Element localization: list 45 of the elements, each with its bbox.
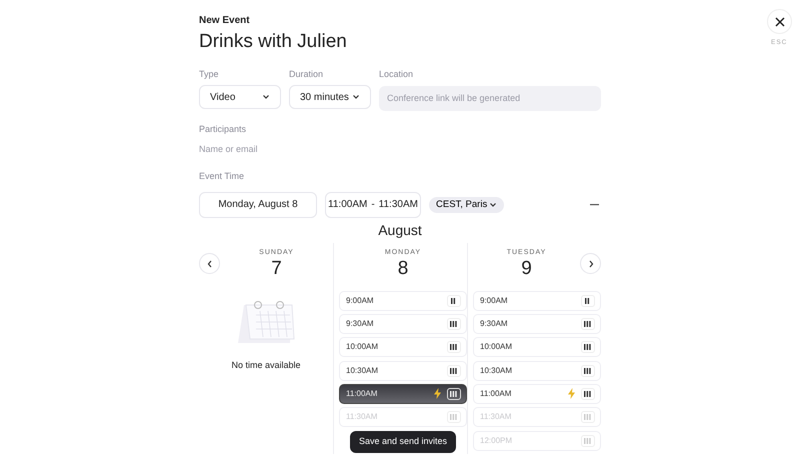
close-icon (774, 16, 784, 26)
subtitle: New Event (199, 15, 251, 27)
field-label: Type (199, 68, 220, 81)
chevron-icon (262, 93, 270, 102)
time-slot[interactable]: 11:00AM (473, 384, 601, 404)
time-slot[interactable]: 11:00AM (339, 384, 467, 404)
time-separator: - (371, 198, 375, 212)
dropdown[interactable]: 30 minutes (289, 85, 371, 110)
dropdown-value: 30 minutes (300, 90, 349, 105)
field-label: Participants (199, 122, 248, 136)
time-slot[interactable]: 9:30AM (473, 314, 601, 334)
field-label: Duration (289, 68, 324, 81)
calendar-illustration (236, 298, 296, 345)
start-time: 11:00AM (328, 198, 368, 212)
end-time: 11:30AM (378, 198, 418, 212)
chevron-right-icon (588, 260, 594, 268)
location-field[interactable]: Conference link will be generated (379, 86, 601, 111)
day-number: 9 (520, 258, 533, 280)
time-range-field[interactable]: 11:00AM - 11:30AM (325, 192, 421, 218)
field-label: Event Time (199, 170, 246, 184)
chevron-icon (352, 93, 360, 102)
time-slot[interactable]: 10:30AM (339, 360, 467, 381)
close-button[interactable] (767, 9, 792, 34)
event-title: Drinks with Julien (199, 31, 348, 54)
dropdown[interactable]: Video (199, 85, 281, 110)
dropdown-value: Video (210, 90, 236, 105)
minus-icon (590, 204, 599, 206)
chevron-left-icon (206, 260, 212, 268)
chevron-icon (489, 200, 498, 209)
save-button[interactable]: Save and send invites (350, 430, 456, 453)
time-slot[interactable]: 9:30AM (339, 314, 467, 334)
previous-button[interactable] (199, 253, 220, 274)
empty-message: No time available (230, 358, 302, 372)
month-title: August (377, 220, 423, 240)
time-slot[interactable]: 10:30AM (473, 360, 601, 381)
field-label: Location (379, 68, 414, 81)
time-slot[interactable]: 10:00AM (473, 337, 601, 358)
time-slot[interactable]: 9:00AM (473, 290, 601, 311)
timezone-dropdown[interactable]: CEST, Paris (429, 196, 504, 213)
next-button[interactable] (580, 253, 601, 274)
day-number: 7 (270, 258, 283, 280)
time-slot[interactable]: 10:00AM (339, 337, 467, 358)
time-slot[interactable]: 9:00AM (339, 290, 467, 311)
day-number: 8 (396, 258, 410, 280)
date-field[interactable]: Monday, August 8 (199, 192, 317, 218)
